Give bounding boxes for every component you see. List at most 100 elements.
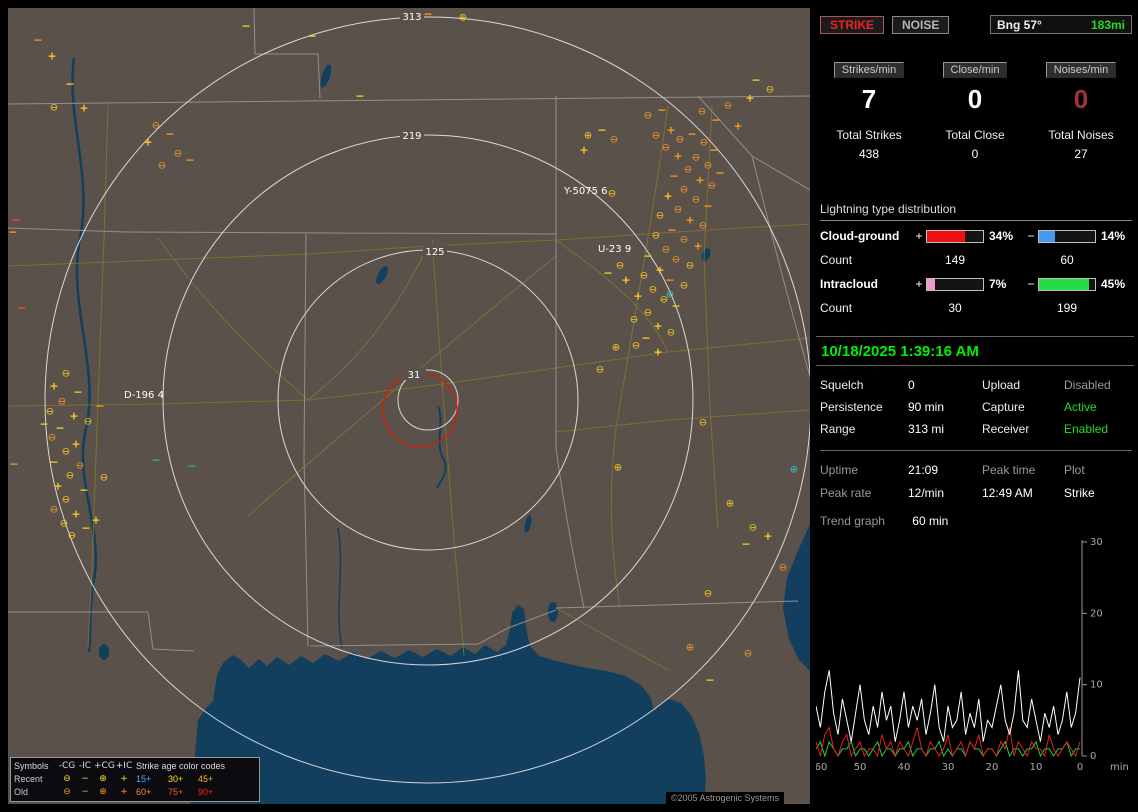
minus-sign: − (1027, 229, 1035, 243)
strike-symbol: ⊖ (60, 519, 68, 530)
strike-symbol: − (81, 522, 90, 535)
strike-button[interactable]: STRIKE (820, 16, 885, 34)
strike-symbol: ⊕ (790, 465, 798, 476)
strike-symbol: − (641, 332, 650, 345)
symbol-legend: Symbols -CG -IC +CG +IC Strike age color code… (10, 757, 260, 802)
strike-symbol: + (47, 50, 56, 63)
bearing-distance: 183mi (1090, 17, 1125, 32)
strike-symbol: ⊖ (667, 328, 675, 339)
range-value: 313 mi (908, 422, 945, 436)
legend-age-value: 75+ (168, 787, 184, 797)
strike-symbol: − (657, 104, 666, 117)
strike-symbol: ⊖ (662, 245, 670, 256)
capture-state: Active (1064, 400, 1097, 414)
strike-symbol: + (745, 92, 754, 105)
peak-rate-label: Peak rate (820, 486, 872, 500)
strike-symbol: − (151, 454, 160, 467)
upload-label: Upload (982, 378, 1021, 392)
strike-symbol: − (709, 144, 718, 157)
cg-minus-count: 60 (1060, 253, 1074, 267)
strike-symbol: ⊖ (692, 153, 700, 164)
total-strikes-label: Total Strikes (836, 128, 902, 142)
display-mode-buttons: STRIKE NOISE (820, 16, 950, 34)
trend-y-tick-label: 0 (1090, 751, 1096, 762)
strike-symbol: ⊖ (58, 397, 66, 408)
cg-plus-count: 149 (944, 253, 966, 267)
strike-symbol: ⊖ (724, 101, 732, 112)
legend-symbol: ⊖ (63, 787, 71, 797)
noises-per-min-value: 0 (1073, 84, 1089, 114)
lightning-map[interactable]: ⊖ + ⊖ − ⊖ − ⊖ + ⊖ ⊖ − ⊖ − + ⊖ ⊖ + ⊖ − ⊖ ⊖ + ⊖ − ⊖ ⊖ + ⊖ − ⊖ ⊖ + ⊖ − ⊖ ⊖ + ⊖ − ⊖… (8, 8, 810, 804)
strike-symbol: ⊖ (174, 149, 182, 160)
strike-symbol: − (671, 300, 680, 313)
strike-symbol: + (666, 124, 675, 137)
legend-col-header: -CG (58, 761, 76, 771)
strike-symbol: − (711, 114, 720, 127)
total-noises-value: 27 (1074, 147, 1088, 161)
legend-age-value: 90+ (198, 787, 214, 797)
legend-symbol: ⊕ (99, 787, 107, 797)
strike-symbol: ⊖ (699, 221, 707, 232)
strike-symbol: ⊖ (652, 231, 660, 242)
strike-symbol: ⊖ (76, 461, 84, 472)
storm-cell-label: U-23 9 (598, 244, 631, 255)
status-grid: Squelch 0 Upload Disabled Persistence 90… (820, 378, 1132, 436)
ic-count-label: Count (820, 301, 853, 315)
strike-symbol: ⊖ (640, 271, 648, 282)
noise-button[interactable]: NOISE (892, 16, 950, 34)
trend-graph-window: 60 min (912, 514, 949, 528)
strike-symbol: + (71, 508, 80, 521)
ic-plus-pct: 7% (989, 277, 1007, 291)
strike-symbol: ⊖ (680, 281, 688, 292)
strike-symbol: ⊕ (614, 463, 622, 474)
strike-symbol: − (65, 78, 74, 91)
strike-symbol: ⊖ (692, 195, 700, 206)
strike-symbol: + (79, 102, 88, 115)
ring-distance-label: 31 (408, 370, 421, 381)
ring-distance-label: 125 (425, 247, 444, 258)
strike-symbol: − (49, 456, 58, 469)
legend-symbol: − (81, 774, 89, 784)
strike-symbol: ⊖ (708, 181, 716, 192)
strike-symbol: ⊖ (644, 308, 652, 319)
ic-minus-count: 199 (1056, 301, 1078, 315)
ring-distance-label: 313 (402, 12, 421, 23)
strike-symbol: − (669, 170, 678, 183)
trend-x-tick-label: 60 (816, 762, 827, 773)
strike-symbol: ⊖ (630, 315, 638, 326)
strike-symbol: − (423, 8, 432, 21)
strike-symbol: ⊕ (726, 499, 734, 510)
legend-col-header: +CG (94, 761, 115, 771)
strike-symbol: ⊖ (656, 211, 664, 222)
plus-sign: + (915, 229, 923, 243)
legend-col-header: -IC (78, 761, 92, 771)
cg-count-label: Count (820, 253, 853, 267)
strike-symbol: ⊖ (62, 447, 70, 458)
strike-symbol: − (165, 128, 174, 141)
bearing-label: Bng 57° (997, 17, 1042, 32)
strikes-per-min-box[interactable]: Strikes/min (833, 62, 905, 78)
datetime-display: 10/18/2025 1:39:16 AM (816, 336, 1134, 366)
close-per-min-box[interactable]: Close/min (942, 62, 1008, 78)
plot-value: Strike (1064, 486, 1095, 500)
strike-symbol: ⊖ (608, 189, 616, 200)
strike-symbol: ⊖ (699, 418, 707, 429)
strike-symbol: − (17, 302, 26, 315)
map-canvas: ⊖ +⊖ −⊖−⊖+ ⊖⊖−⊖− + ⊖⊖+ ⊖ −⊖⊖ + ⊖−⊖ ⊖ +⊖− ⊖⊖+⊖ − ⊖⊖+ ⊖ −⊖… (8, 8, 810, 804)
receiver-label: Receiver (982, 422, 1030, 436)
ic-minus-pct: 45% (1101, 277, 1126, 291)
legend-col-header: +IC (115, 761, 133, 771)
noises-per-min-box[interactable]: Noises/min (1045, 62, 1117, 78)
plus-sign: + (915, 277, 923, 291)
legend-symbols-header: Symbols (14, 761, 49, 771)
strike-symbol: ⊖ (766, 85, 774, 96)
storm-cell-label: D-196 4 (124, 390, 164, 401)
legend-symbol: + (120, 787, 128, 797)
trend-graph: 0 10 20 30 60 50 40 30 20 10 0 min (816, 538, 1129, 773)
distribution-title: Lightning type distribution (820, 202, 1132, 221)
strike-symbol: ⊕ (686, 643, 694, 654)
strike-symbol: + (733, 120, 742, 133)
strike-symbol: ⊕ (612, 343, 620, 354)
strike-symbol: ⊖ (674, 205, 682, 216)
strike-symbol: − (8, 226, 17, 239)
